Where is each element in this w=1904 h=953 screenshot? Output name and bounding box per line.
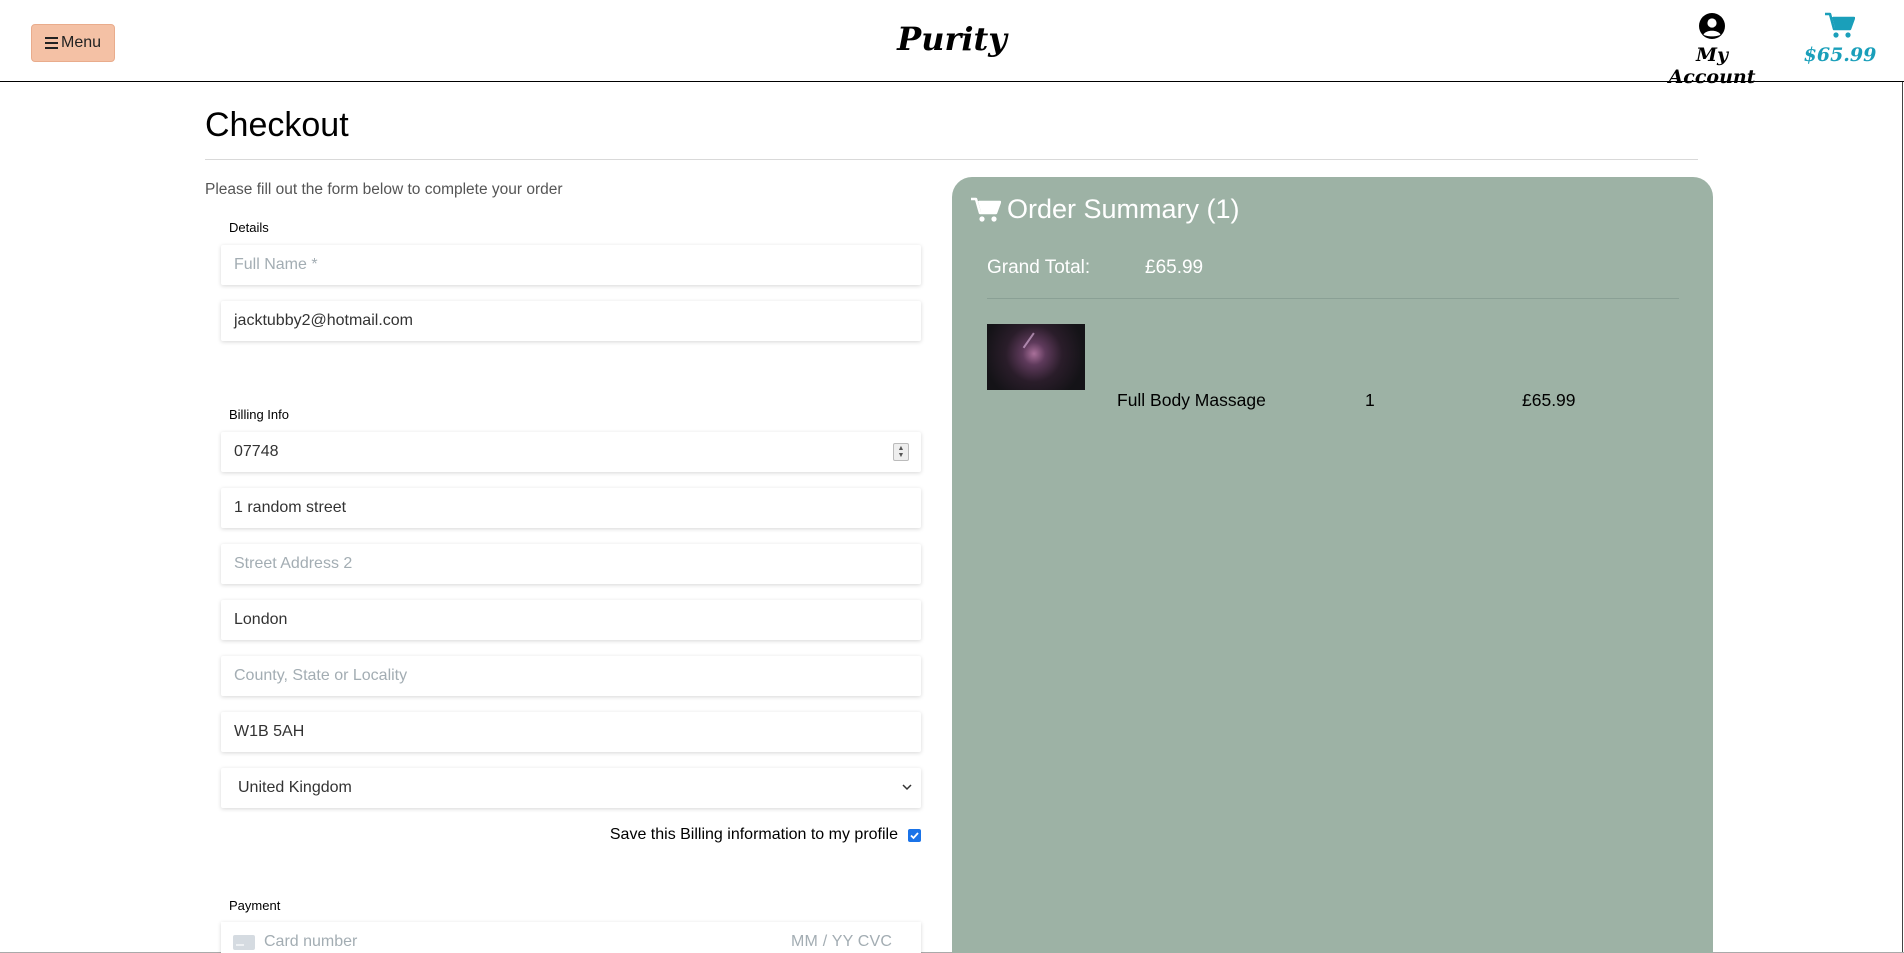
- order-item-quantity: 1: [1365, 390, 1375, 410]
- my-account-label: My Account: [1668, 44, 1756, 88]
- order-summary-panel: Order Summary (1) Grand Total: £65.99 Fu…: [952, 177, 1713, 953]
- country-select[interactable]: United Kingdom: [221, 768, 921, 808]
- user-circle-icon: [1699, 13, 1725, 39]
- product-thumbnail: [987, 324, 1085, 390]
- grand-total-value: £65.99: [1145, 257, 1204, 278]
- town-city-input[interactable]: London: [221, 600, 921, 640]
- chevron-down-icon: [902, 784, 912, 791]
- shopping-bag-link[interactable]: $65.99: [1800, 12, 1880, 66]
- menu-label: Menu: [60, 34, 102, 51]
- full-name-input[interactable]: Full Name *: [221, 245, 921, 285]
- save-billing-label: Save this Billing information to my prof…: [609, 826, 898, 843]
- checkmark-icon: [910, 831, 919, 839]
- save-billing-checkbox[interactable]: [908, 828, 921, 842]
- shopping-cart-icon: [971, 197, 1001, 222]
- order-item-price: £65.99: [1522, 390, 1576, 410]
- shopping-cart-icon: [1825, 12, 1855, 38]
- order-item-name: Full Body Massage: [1117, 390, 1266, 410]
- menu-button[interactable]: Menu: [31, 24, 115, 62]
- email-input[interactable]: jacktubby2@hotmail.com: [221, 301, 921, 341]
- county-input[interactable]: County, State or Locality: [221, 656, 921, 696]
- postcode-input[interactable]: W1B 5AH: [221, 712, 921, 752]
- top-navbar: Menu Purity My Account $65.99: [0, 0, 1904, 88]
- spinner-up-icon: ▲: [897, 445, 905, 452]
- billing-section-label: Billing Info: [229, 407, 289, 422]
- street-address-2-input[interactable]: Street Address 2: [221, 544, 921, 584]
- page-title: Checkout: [205, 106, 349, 144]
- my-account-link[interactable]: My Account: [1652, 12, 1772, 88]
- save-billing-row: Save this Billing information to my prof…: [610, 826, 921, 844]
- spinner-down-icon: ▼: [897, 452, 905, 459]
- cart-total: $65.99: [1803, 44, 1877, 66]
- phone-number-input[interactable]: 07748 ▲ ▼: [221, 432, 921, 472]
- country-selected-value: United Kingdom: [238, 779, 352, 796]
- order-summary-title: Order Summary (1): [1007, 194, 1240, 224]
- card-number-placeholder: Card number: [264, 933, 358, 950]
- hamburger-icon: [44, 37, 58, 49]
- details-section-label: Details: [229, 220, 269, 235]
- brand-logo-wrap: Purity: [0, 20, 1904, 58]
- brand-logo[interactable]: Purity: [897, 20, 1007, 58]
- grand-total-label: Grand Total:: [987, 257, 1091, 278]
- summary-divider: [987, 298, 1679, 299]
- expiry-cvc-placeholder: MM / YY CVC: [791, 933, 893, 950]
- street-address-1-input[interactable]: 1 random street: [221, 488, 921, 528]
- scrollbar-edge: [1902, 82, 1903, 953]
- credit-card-icon: [233, 934, 255, 950]
- order-summary-heading: Order Summary (1): [971, 194, 1240, 225]
- card-element[interactable]: Card number MM / YY CVC: [221, 922, 921, 953]
- number-spinner[interactable]: ▲ ▼: [893, 443, 909, 461]
- payment-section-label: Payment: [229, 898, 281, 913]
- checkout-intro-text: Please fill out the form below to comple…: [205, 181, 563, 198]
- phone-number-value: 07748: [234, 443, 279, 460]
- title-divider: [205, 159, 1698, 160]
